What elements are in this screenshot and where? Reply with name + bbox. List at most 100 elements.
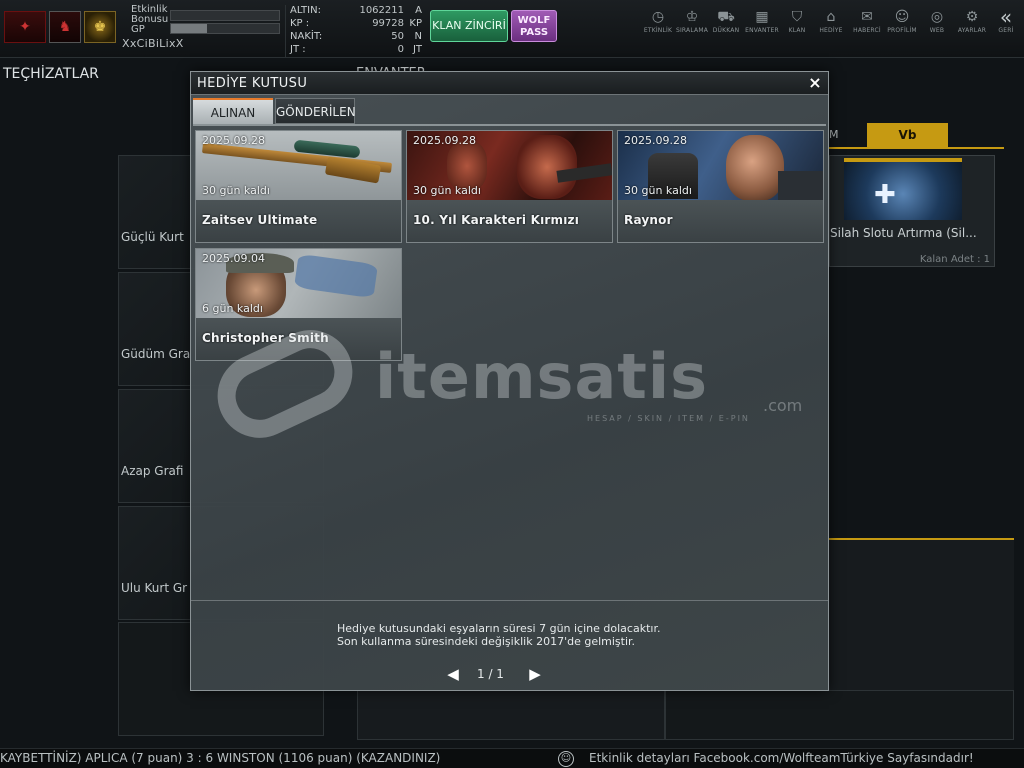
back-icon: « — [999, 5, 1013, 29]
currency-key: NAKİT: — [290, 31, 323, 42]
nav-label: GERİ — [998, 27, 1014, 34]
nav-haberci[interactable]: ✉ HABERCİ — [849, 8, 885, 42]
nav-label: HEDİYE — [819, 27, 843, 34]
rank-badge[interactable]: ♞ — [49, 11, 81, 43]
page-indicator: 1 / 1 — [477, 667, 504, 681]
weapon-slot-icon: ✚ — [874, 180, 896, 210]
nav-geri[interactable]: «GERİ — [988, 5, 1024, 42]
tab-m[interactable]: M — [829, 128, 839, 141]
tab-sent[interactable]: GÖNDERİLEN — [275, 98, 356, 124]
nav-profilim[interactable]: ☺ PROFİLİM — [884, 8, 920, 42]
gift-card[interactable]: 2025.09.28 30 gün kaldı Zaitsev Ultimate — [195, 130, 402, 243]
inventory-footer-panel-right — [665, 690, 1014, 740]
character-mask — [517, 135, 577, 199]
flag-shape — [294, 253, 378, 299]
equipment-slot-label: Azap Grafi — [121, 464, 184, 478]
username[interactable]: XxCiBiLixX — [122, 37, 184, 50]
gift-box-modal: HEDİYE KUTUSU × ALINAN GÖNDERİLEN 2025.0… — [190, 71, 829, 691]
inventory-footer-panel — [357, 690, 665, 740]
armor-shape — [778, 171, 823, 200]
nav-label: WEB — [929, 27, 945, 34]
shield-icon: ⛉ — [791, 9, 803, 25]
ticker-announcement: Etkinlik detayları Facebook.com/Wolfteam… — [589, 751, 974, 765]
wolf-pass-label-1: WOLF — [517, 15, 551, 26]
nav-label: SIRALAMA — [675, 27, 709, 34]
gear-icon: ⚙ — [965, 9, 979, 25]
gift-name: Raynor — [624, 213, 673, 227]
currency-unit: A — [415, 5, 422, 16]
next-page-icon[interactable]: ▶ — [527, 666, 543, 682]
nav-envanter[interactable]: ▦ ENVANTER — [744, 8, 780, 42]
gift-date: 2025.09.04 — [202, 252, 265, 265]
globe-icon: ◎ — [930, 9, 944, 25]
megaphone-icon: ✉ — [861, 9, 873, 25]
nav-siralama[interactable]: ♔ SIRALAMA — [674, 8, 710, 42]
close-icon[interactable]: × — [806, 73, 824, 93]
gp-bar — [170, 23, 280, 34]
nav-label: ETKİNLİK — [643, 27, 673, 34]
gift-name: Christopher Smith — [202, 331, 329, 345]
klan-chain-label: KLAN ZİNCİRİ — [432, 19, 506, 32]
nav-label: PROFİLİM — [887, 27, 917, 34]
nav-ayarlar[interactable]: ⚙ AYARLAR — [954, 8, 990, 42]
currency-key: JT : — [290, 44, 306, 55]
nav-etkinlik[interactable]: ◷ ETKİNLİK — [640, 8, 676, 42]
nav-dukkan[interactable]: ⛟ DÜKKAN — [708, 8, 744, 42]
currency-panel: ALTIN: 1062211 A KP : 99728 KP NAKİT: 50… — [285, 5, 425, 57]
currency-value: 50 — [391, 31, 404, 42]
medal-icon: ♔ — [685, 9, 699, 25]
inventory-item-count: Kalan Adet : 1 — [919, 254, 990, 265]
gift-name: Zaitsev Ultimate — [202, 213, 318, 227]
clan-emblem[interactable]: ✦ — [4, 11, 46, 43]
gift-remaining: 30 gün kaldı — [413, 184, 481, 197]
clock-icon: ◷ — [651, 9, 665, 25]
character-portrait — [726, 135, 784, 200]
rank-icon: ♞ — [58, 19, 72, 35]
level-badge[interactable]: ♚ — [84, 11, 116, 43]
wolf-pass-button[interactable]: WOLF PASS — [511, 10, 557, 42]
nav-label: ENVANTER — [745, 27, 779, 34]
currency-value: 99728 — [372, 18, 404, 29]
profile-icon: ☺ — [894, 9, 910, 25]
inventory-icon: ▦ — [755, 9, 769, 25]
prev-page-icon[interactable]: ◀ — [445, 666, 461, 682]
gift-name: 10. Yıl Karakteri Kırmızı — [413, 213, 580, 227]
currency-jt: JT : 0 JT — [286, 44, 426, 57]
cart-icon: ⛟ — [717, 9, 735, 25]
currency-value: 0 — [397, 44, 404, 55]
inventory-item-card[interactable]: ✚ Silah Slotu Artırma (Sil... Kalan Adet… — [829, 155, 995, 267]
nav-klan[interactable]: ⛉ KLAN — [779, 8, 815, 42]
currency-unit: N — [414, 31, 422, 42]
currency-key: KP : — [290, 18, 310, 29]
modal-title: HEDİYE KUTUSU — [197, 76, 308, 91]
event-bonus-label: Etkinlik Bonusu — [131, 4, 169, 25]
currency-kp: KP : 99728 KP — [286, 18, 426, 31]
currency-key: ALTIN: — [290, 5, 321, 16]
currency-unit: KP — [409, 18, 422, 29]
divider — [191, 600, 828, 601]
gift-remaining: 30 gün kaldı — [624, 184, 692, 197]
nav-label: AYARLAR — [957, 27, 987, 34]
nav-hediye[interactable]: ⌂ HEDİYE — [813, 8, 849, 42]
gift-card[interactable]: 2025.09.04 6 gün kaldı Christopher Smith — [195, 248, 402, 361]
gift-remaining: 30 gün kaldı — [202, 184, 270, 197]
gift-card[interactable]: 2025.09.28 30 gün kaldı Raynor — [617, 130, 824, 243]
nav-label: HABERCİ — [853, 27, 881, 34]
gift-expiry-note: Hediye kutusundaki eşyaların süresi 7 gü… — [337, 622, 660, 648]
equipment-title: TEÇHİZATLAR — [3, 66, 99, 82]
nav-web[interactable]: ◎ WEB — [919, 8, 955, 42]
equipment-slot-label: Güçlü Kurt — [121, 230, 184, 244]
ticker-match-result: KAYBETTİNİZ) APLICA (7 puan) 3 : 6 WINST… — [0, 751, 441, 765]
tab-vb[interactable]: Vb — [867, 123, 948, 147]
gift-card[interactable]: 2025.09.28 30 gün kaldı 10. Yıl Karakter… — [406, 130, 613, 243]
gp-bar-fill — [171, 24, 207, 33]
event-bonus-bar — [170, 10, 280, 21]
tab-received[interactable]: ALINAN — [193, 98, 273, 124]
currency-unit: JT — [412, 44, 422, 55]
gift-remaining: 6 gün kaldı — [202, 302, 263, 315]
note-line: Hediye kutusundaki eşyaların süresi 7 gü… — [337, 622, 661, 635]
gift-icon: ⌂ — [826, 9, 836, 25]
klan-chain-button[interactable]: KLAN ZİNCİRİ — [430, 10, 508, 42]
gift-date: 2025.09.28 — [202, 134, 265, 147]
nav-label: KLAN — [788, 27, 806, 34]
